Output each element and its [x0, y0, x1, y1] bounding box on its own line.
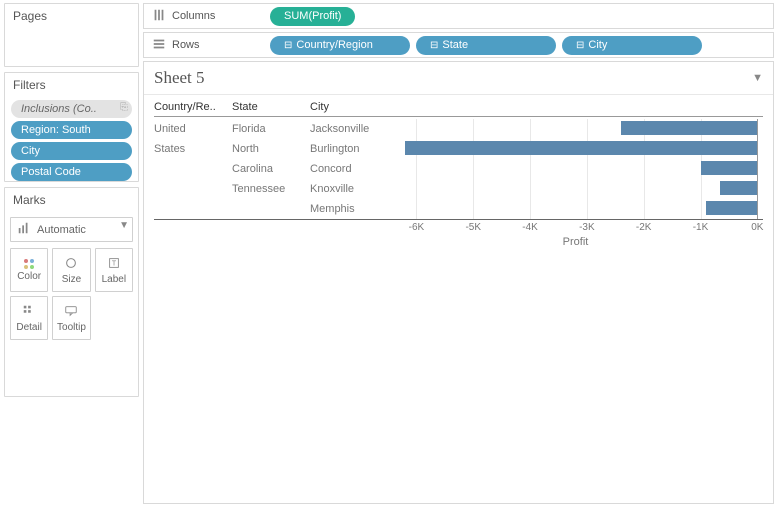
bar[interactable]	[701, 161, 758, 175]
rows-pill-1[interactable]: ⊟State	[416, 36, 556, 55]
marks-title: Marks	[5, 188, 138, 212]
cell-state[interactable]: North	[232, 139, 310, 159]
columns-label: Columns	[172, 10, 215, 22]
x-axis-title: Profit	[154, 236, 763, 248]
collapse-icon: ⊟	[284, 40, 292, 51]
axis-tick: 0K	[751, 222, 763, 233]
filter-pill-1[interactable]: Region: South	[11, 121, 132, 139]
pages-shelf[interactable]: Pages	[4, 3, 139, 67]
cell-city[interactable]: Concord	[310, 159, 388, 179]
chevron-down-icon: ▼	[119, 220, 129, 231]
cell-country[interactable]: States	[154, 139, 232, 159]
cell-state[interactable]: Tennessee	[232, 179, 310, 199]
rows-pill-0[interactable]: ⊟Country/Region	[270, 36, 410, 55]
rows-pill-2[interactable]: ⊟City	[562, 36, 702, 55]
header-state[interactable]: State	[232, 101, 310, 113]
cell-city[interactable]: Jacksonville	[310, 119, 388, 139]
axis-tick: -1K	[693, 222, 709, 233]
axis-tick: -6K	[409, 222, 425, 233]
filter-pill-2[interactable]: City	[11, 142, 132, 160]
size-icon	[64, 256, 78, 272]
table-row: UnitedFloridaJacksonville	[154, 119, 763, 139]
cell-city[interactable]: Memphis	[310, 199, 388, 219]
bar[interactable]	[720, 181, 757, 195]
x-axis: -6K -5K -4K -3K -2K -1K 0K	[388, 220, 763, 236]
filters-title: Filters	[5, 73, 138, 97]
header-country[interactable]: Country/Re..	[154, 101, 232, 113]
bar[interactable]	[621, 121, 757, 135]
color-icon	[24, 259, 34, 269]
columns-pill-profit[interactable]: SUM(Profit)	[270, 7, 355, 26]
marks-label-button[interactable]: T Label	[95, 248, 133, 292]
bar-chart-icon	[17, 221, 31, 238]
axis-tick: -3K	[579, 222, 595, 233]
cell-city[interactable]: Knoxville	[310, 179, 388, 199]
cell-state[interactable]: Carolina	[232, 159, 310, 179]
svg-text:T: T	[112, 260, 117, 267]
marks-size-button[interactable]: Size	[52, 248, 90, 292]
rows-label: Rows	[172, 39, 200, 51]
bar-cell	[388, 139, 763, 159]
bar-cell	[388, 159, 763, 179]
table-row: StatesNorthBurlington	[154, 139, 763, 159]
tooltip-icon	[64, 304, 78, 320]
table-row: TennesseeKnoxville	[154, 179, 763, 199]
collapse-icon: ⊟	[576, 40, 584, 51]
cell-state[interactable]: Florida	[232, 119, 310, 139]
cell-country[interactable]	[154, 199, 232, 219]
filter-pill-3[interactable]: Postal Code	[11, 163, 132, 181]
rows-icon	[152, 37, 166, 54]
label-icon: T	[107, 256, 121, 272]
cell-country[interactable]	[154, 179, 232, 199]
viz-card: Sheet 5 ▼ Country/Re.. State City United…	[143, 61, 774, 504]
bar[interactable]	[405, 141, 757, 155]
filter-pill-0[interactable]: Inclusions (Co..⎘	[11, 100, 132, 118]
bar-cell	[388, 179, 763, 199]
filters-shelf[interactable]: Filters Inclusions (Co..⎘ Region: South Ci…	[4, 72, 139, 182]
cell-country[interactable]: United	[154, 119, 232, 139]
sheet-title[interactable]: Sheet 5	[154, 68, 205, 88]
mark-type-label: Automatic	[37, 224, 86, 236]
mark-type-dropdown[interactable]: Automatic ▼	[10, 217, 133, 242]
bar-cell	[388, 119, 763, 139]
table-row: CarolinaConcord	[154, 159, 763, 179]
cell-state[interactable]	[232, 199, 310, 219]
bar[interactable]	[706, 201, 757, 215]
cell-country[interactable]	[154, 159, 232, 179]
marks-tooltip-button[interactable]: Tooltip	[52, 296, 90, 340]
cell-city[interactable]: Burlington	[310, 139, 388, 159]
marks-detail-button[interactable]: Detail	[10, 296, 48, 340]
axis-tick: -5K	[465, 222, 481, 233]
pages-title: Pages	[5, 4, 138, 28]
marks-color-button[interactable]: Color	[10, 248, 48, 292]
detail-icon	[22, 304, 36, 320]
sheet-menu-dropdown[interactable]: ▼	[752, 72, 763, 84]
rows-shelf[interactable]: Rows ⊟Country/Region ⊟State ⊟City	[143, 32, 774, 58]
axis-tick: -2K	[636, 222, 652, 233]
table-row: Memphis	[154, 199, 763, 219]
columns-icon	[152, 8, 166, 25]
columns-shelf[interactable]: Columns SUM(Profit)	[143, 3, 774, 29]
marks-card: Marks Automatic ▼ Color	[4, 187, 139, 397]
set-icon: ⎘	[120, 102, 128, 113]
bar-cell	[388, 199, 763, 219]
collapse-icon: ⊟	[430, 40, 438, 51]
axis-tick: -4K	[522, 222, 538, 233]
header-city[interactable]: City	[310, 101, 388, 113]
